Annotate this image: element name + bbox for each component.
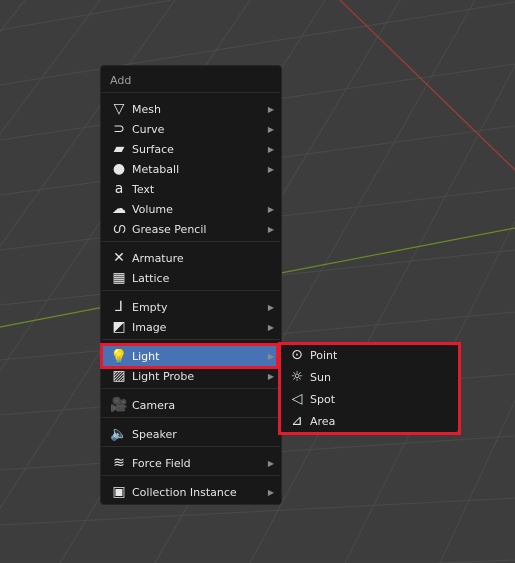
grid-line	[0, 0, 26, 33]
submenu-arrow-icon: ▶	[267, 322, 274, 332]
submenu-arrow-icon: ▶	[267, 164, 274, 174]
surface-icon: ▰	[113, 141, 125, 157]
empty-icon: ⅃	[115, 299, 123, 315]
menu-separator	[102, 446, 280, 447]
menu-item-label: Curve	[132, 122, 165, 136]
menu-item-label: Force Field	[132, 456, 191, 470]
submenu-arrow-icon: ▶	[267, 124, 274, 134]
menu-separator	[102, 92, 280, 93]
grid-line	[0, 0, 172, 31]
menu-item-surface[interactable]: ▰ Surface ▶	[102, 139, 280, 159]
menu-title: Add	[110, 74, 132, 87]
menu-item-label: Metaball	[132, 162, 180, 176]
mesh-icon: ▽	[113, 101, 125, 117]
menu-item-label: Light Probe	[132, 369, 195, 383]
menu-item-light[interactable]: 💡 Light ▶	[102, 346, 280, 367]
menu-item-label: Volume	[132, 202, 173, 216]
menu-item-speaker[interactable]: 🔈 Speaker	[102, 424, 280, 444]
menu-item-collection-instance[interactable]: ▣ Collection Instance ▶	[102, 482, 280, 502]
menu-item-force-field[interactable]: ≋ Force Field ▶	[102, 453, 280, 473]
grid-line	[0, 0, 101, 135]
submenu-arrow-icon: ▶	[267, 371, 274, 381]
image-icon: ◩	[112, 319, 126, 335]
submenu-arrow-icon: ▶	[267, 487, 274, 497]
menu-item-label: Lattice	[132, 271, 170, 285]
menu-item-sun[interactable]: ☼ Sun	[280, 367, 458, 387]
menu-item-label: Grease Pencil	[132, 222, 207, 236]
speaker-icon: 🔈	[111, 426, 127, 442]
area-light-icon: ⊿	[291, 413, 303, 429]
menu-item-camera[interactable]: 🎥 Camera	[102, 395, 280, 415]
menu-item-label: Mesh	[132, 102, 161, 116]
menu-separator	[102, 241, 280, 242]
x-axis-line	[339, 0, 515, 171]
menu-item-image[interactable]: ◩ Image ▶	[102, 317, 280, 337]
menu-item-label: Collection Instance	[132, 485, 237, 499]
menu-item-metaball[interactable]: ● Metaball ▶	[102, 159, 280, 179]
collection-instance-icon: ▣	[112, 484, 126, 500]
menu-item-label: Light	[132, 350, 160, 363]
add-menu: Add ▽ Mesh ▶ ⊃ Curve ▶ ▰ Surface ▶ ● Metaball ▶ a Tex…	[100, 65, 282, 505]
grease-pencil-icon: ഗ	[112, 221, 126, 237]
menu-item-label: Spot	[310, 392, 336, 406]
menu-item-mesh[interactable]: ▽ Mesh ▶	[102, 99, 280, 119]
menu-item-text[interactable]: a Text	[102, 179, 280, 199]
menu-separator	[102, 475, 280, 476]
menu-separator	[102, 339, 280, 340]
light-submenu: ⊙ Point ☼ Sun ◁ Spot ⊿ Area	[280, 343, 458, 432]
menu-item-label: Speaker	[132, 427, 177, 441]
volume-icon: ☁	[112, 201, 126, 217]
menu-item-lattice[interactable]: ▦ Lattice	[102, 268, 280, 288]
submenu-arrow-icon: ▶	[267, 204, 274, 214]
menu-item-label: Camera	[132, 398, 176, 412]
curve-icon: ⊃	[113, 121, 125, 137]
menu-item-label: Surface	[132, 142, 174, 156]
submenu-arrow-icon: ▶	[267, 458, 274, 468]
menu-item-empty[interactable]: ⅃ Empty ▶	[102, 297, 280, 317]
menu-separator	[102, 417, 280, 418]
menu-item-label: Empty	[132, 300, 168, 314]
menu-item-volume[interactable]: ☁ Volume ▶	[102, 199, 280, 219]
menu-separator	[102, 388, 280, 389]
spot-light-icon: ◁	[291, 391, 303, 407]
submenu-arrow-icon: ▶	[267, 224, 274, 234]
point-light-icon: ⊙	[291, 347, 303, 363]
text-icon: a	[114, 181, 124, 197]
menu-item-label: Sun	[310, 370, 331, 384]
submenu-arrow-icon: ▶	[267, 352, 274, 361]
sun-light-icon: ☼	[290, 369, 304, 385]
lattice-icon: ▦	[112, 270, 126, 286]
light-bulb-icon: 💡	[111, 348, 127, 365]
metaball-icon: ●	[112, 161, 126, 177]
menu-item-grease-pencil[interactable]: ഗ Grease Pencil ▶	[102, 219, 280, 239]
camera-icon: 🎥	[111, 397, 127, 413]
menu-item-armature[interactable]: ✕ Armature	[102, 248, 280, 268]
menu-item-light-probe[interactable]: ▨ Light Probe ▶	[102, 366, 280, 386]
menu-item-point[interactable]: ⊙ Point	[280, 345, 458, 365]
submenu-arrow-icon: ▶	[267, 104, 274, 114]
menu-item-label: Text	[132, 182, 155, 196]
menu-item-spot[interactable]: ◁ Spot	[280, 389, 458, 409]
submenu-arrow-icon: ▶	[267, 144, 274, 154]
menu-item-label: Image	[132, 320, 167, 334]
light-probe-icon: ▨	[112, 368, 126, 384]
menu-item-label: Armature	[132, 251, 184, 265]
menu-item-label: Point	[310, 348, 338, 362]
menu-separator	[102, 290, 280, 291]
armature-icon: ✕	[113, 250, 125, 266]
menu-item-area[interactable]: ⊿ Area	[280, 411, 458, 431]
force-field-icon: ≋	[113, 455, 125, 471]
menu-item-label: Area	[310, 414, 336, 428]
menu-item-curve[interactable]: ⊃ Curve ▶	[102, 119, 280, 139]
submenu-arrow-icon: ▶	[267, 302, 274, 312]
